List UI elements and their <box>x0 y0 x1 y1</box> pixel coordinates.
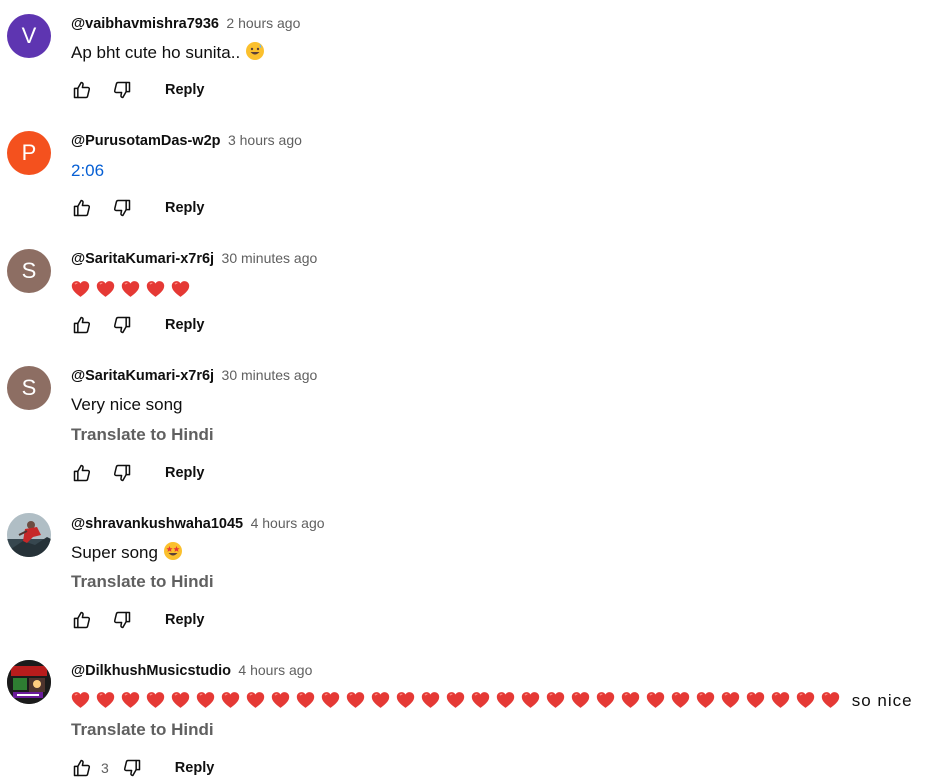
timestamp-link[interactable]: 2:06 <box>71 159 104 183</box>
red-heart-emoji <box>721 691 740 716</box>
star-struck-emoji <box>163 541 183 568</box>
thumbs-up-icon[interactable] <box>71 197 93 219</box>
comment-header: @shravankushwaha1045 4 hours ago <box>71 513 325 534</box>
red-heart-emoji <box>71 280 90 305</box>
red-heart-emoji <box>171 691 190 716</box>
reply-button[interactable]: Reply <box>175 760 215 776</box>
thumbs-up-icon[interactable] <box>71 79 93 101</box>
comment-timestamp[interactable]: 2 hours ago <box>226 15 300 31</box>
reply-button[interactable]: Reply <box>165 200 205 216</box>
red-heart-emoji <box>746 691 765 716</box>
thumbs-down-icon[interactable] <box>111 609 133 631</box>
comment-actions: Reply <box>71 196 205 220</box>
thumbs-down-icon[interactable] <box>121 757 143 779</box>
author-name[interactable]: @DilkhushMusicstudio <box>71 663 231 679</box>
red-heart-emoji <box>446 691 465 716</box>
red-heart-emoji <box>221 691 240 716</box>
red-heart-emoji <box>171 280 190 305</box>
thumbs-up-icon[interactable] <box>71 609 93 631</box>
red-heart-emoji <box>121 691 140 716</box>
red-heart-emoji <box>396 691 415 716</box>
red-heart-emoji <box>246 691 265 716</box>
comment-text: so nice <box>71 689 913 716</box>
reply-button[interactable]: Reply <box>165 465 205 481</box>
avatar[interactable]: P <box>7 131 51 175</box>
comments-list: V @vaibhavmishra7936 2 hours ago Ap bht … <box>0 0 939 779</box>
author-name[interactable]: @PurusotamDas-w2p <box>71 133 221 149</box>
avatar[interactable]: S <box>7 366 51 410</box>
red-heart-emoji <box>671 691 690 716</box>
thumbs-up-icon[interactable] <box>71 314 93 336</box>
grinning-sweat-emoji <box>245 41 265 68</box>
red-heart-emoji <box>471 691 490 716</box>
thumbs-down-icon[interactable] <box>111 314 133 336</box>
comment-text: Super song <box>71 541 183 568</box>
red-heart-emoji <box>546 691 565 716</box>
comment-timestamp[interactable]: 30 minutes ago <box>222 250 318 266</box>
red-heart-emoji <box>196 691 215 716</box>
comment-timestamp[interactable]: 4 hours ago <box>238 662 312 678</box>
author-name[interactable]: @SaritaKumari-x7r6j <box>71 251 214 267</box>
red-heart-emoji <box>71 691 90 716</box>
avatar[interactable] <box>7 660 51 704</box>
red-heart-emoji <box>121 280 140 305</box>
red-heart-emoji <box>271 691 290 716</box>
like-count: 3 <box>101 760 109 776</box>
comment-actions: Reply <box>71 608 205 632</box>
red-heart-emoji <box>321 691 340 716</box>
thumbs-up-icon[interactable] <box>71 462 93 484</box>
red-heart-emoji <box>821 691 840 716</box>
red-heart-emoji <box>371 691 390 716</box>
red-heart-emoji <box>96 280 115 305</box>
avatar[interactable]: V <box>7 14 51 58</box>
red-heart-emoji <box>146 691 165 716</box>
comment-header: @SaritaKumari-x7r6j 30 minutes ago <box>71 365 317 386</box>
author-name[interactable]: @shravankushwaha1045 <box>71 516 243 532</box>
red-heart-emoji <box>496 691 515 716</box>
red-heart-emoji <box>771 691 790 716</box>
red-heart-emoji <box>521 691 540 716</box>
comment-header: @DilkhushMusicstudio 4 hours ago <box>71 660 312 681</box>
photo-avatar-image <box>7 513 51 557</box>
comment-timestamp[interactable]: 30 minutes ago <box>222 367 318 383</box>
red-heart-emoji <box>796 691 815 716</box>
comment-header: @vaibhavmishra7936 2 hours ago <box>71 13 300 34</box>
red-heart-emoji <box>596 691 615 716</box>
red-heart-emoji <box>96 691 115 716</box>
comment-header: @PurusotamDas-w2p 3 hours ago <box>71 130 302 151</box>
thumbs-down-icon[interactable] <box>111 462 133 484</box>
red-heart-emoji <box>696 691 715 716</box>
reply-button[interactable]: Reply <box>165 612 205 628</box>
red-heart-emoji <box>621 691 640 716</box>
red-heart-emoji <box>346 691 365 716</box>
translate-button[interactable]: Translate to Hindi <box>71 570 214 594</box>
comment-header: @SaritaKumari-x7r6j 30 minutes ago <box>71 248 317 269</box>
music-studio-avatar-image <box>7 660 51 704</box>
comment-actions: Reply <box>71 78 205 102</box>
thumbs-up-icon[interactable] <box>71 757 93 779</box>
comment-timestamp[interactable]: 3 hours ago <box>228 132 302 148</box>
comment-text: Ap bht cute ho sunita.. <box>71 41 265 68</box>
author-name[interactable]: @SaritaKumari-x7r6j <box>71 368 214 384</box>
red-heart-emoji <box>296 691 315 716</box>
avatar[interactable] <box>7 513 51 557</box>
comment-timestamp[interactable]: 4 hours ago <box>251 515 325 531</box>
comment-text: Very nice song <box>71 395 183 414</box>
red-heart-emoji <box>571 691 590 716</box>
thumbs-down-icon[interactable] <box>111 197 133 219</box>
author-name[interactable]: @vaibhavmishra7936 <box>71 16 219 32</box>
comment-text <box>71 278 196 305</box>
red-heart-emoji <box>146 280 165 305</box>
comment-actions: Reply <box>71 313 205 337</box>
translate-button[interactable]: Translate to Hindi <box>71 423 214 447</box>
translate-button[interactable]: Translate to Hindi <box>71 718 214 742</box>
reply-button[interactable]: Reply <box>165 82 205 98</box>
reply-button[interactable]: Reply <box>165 317 205 333</box>
red-heart-emoji <box>421 691 440 716</box>
red-heart-emoji <box>646 691 665 716</box>
thumbs-down-icon[interactable] <box>111 79 133 101</box>
comment-actions: 3 Reply <box>71 756 214 779</box>
avatar[interactable]: S <box>7 249 51 293</box>
comment-actions: Reply <box>71 461 205 485</box>
